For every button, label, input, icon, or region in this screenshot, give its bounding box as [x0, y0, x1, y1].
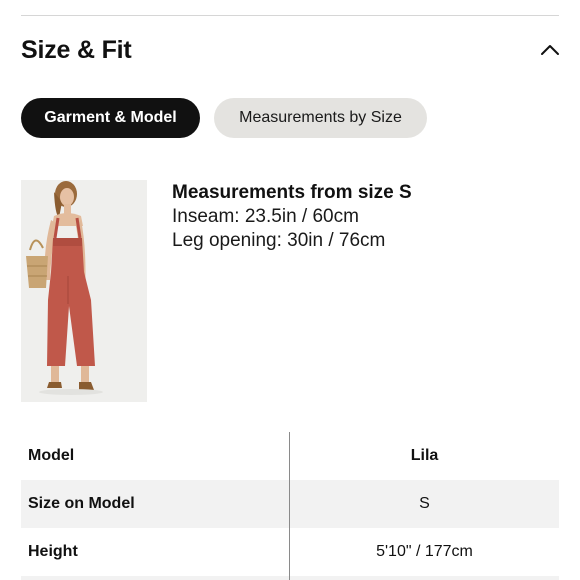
table-row-height: Height 5'10" / 177cm [21, 528, 559, 576]
tab-measurements-by-size[interactable]: Measurements by Size [214, 98, 427, 138]
row-value: 5'10" / 177cm [376, 543, 473, 560]
row-value: Lila [410, 447, 439, 464]
table-row-model: Model Lila [21, 432, 559, 480]
chevron-up-icon[interactable] [539, 39, 561, 61]
column-divider [289, 432, 290, 580]
row-value: S [419, 495, 430, 512]
row-label: Height [28, 543, 78, 560]
leg-opening-measurement: Leg opening: 30in / 76cm [172, 230, 386, 251]
model-info-table: Model Lila Size on Model S Height 5'10" … [21, 432, 559, 580]
section-title: Size & Fit [21, 35, 132, 64]
inseam-measurement: Inseam: 23.5in / 60cm [172, 206, 359, 227]
size-tabs: Garment & Model Measurements by Size [21, 98, 427, 138]
row-label: Size on Model [28, 495, 135, 512]
table-row-partial [21, 576, 559, 580]
measurements-title: Measurements from size S [172, 182, 412, 203]
table-row-size-on-model: Size on Model S [21, 480, 559, 528]
top-divider [21, 15, 559, 16]
product-image [21, 180, 147, 402]
size-fit-page: Size & Fit Garment & Model Measurements … [0, 0, 580, 580]
tab-garment-model[interactable]: Garment & Model [21, 98, 200, 138]
row-label: Model [28, 447, 75, 464]
measurements-block: Measurements from size S Inseam: 23.5in … [172, 181, 552, 253]
size-fit-accordion-header[interactable]: Size & Fit [21, 32, 559, 68]
